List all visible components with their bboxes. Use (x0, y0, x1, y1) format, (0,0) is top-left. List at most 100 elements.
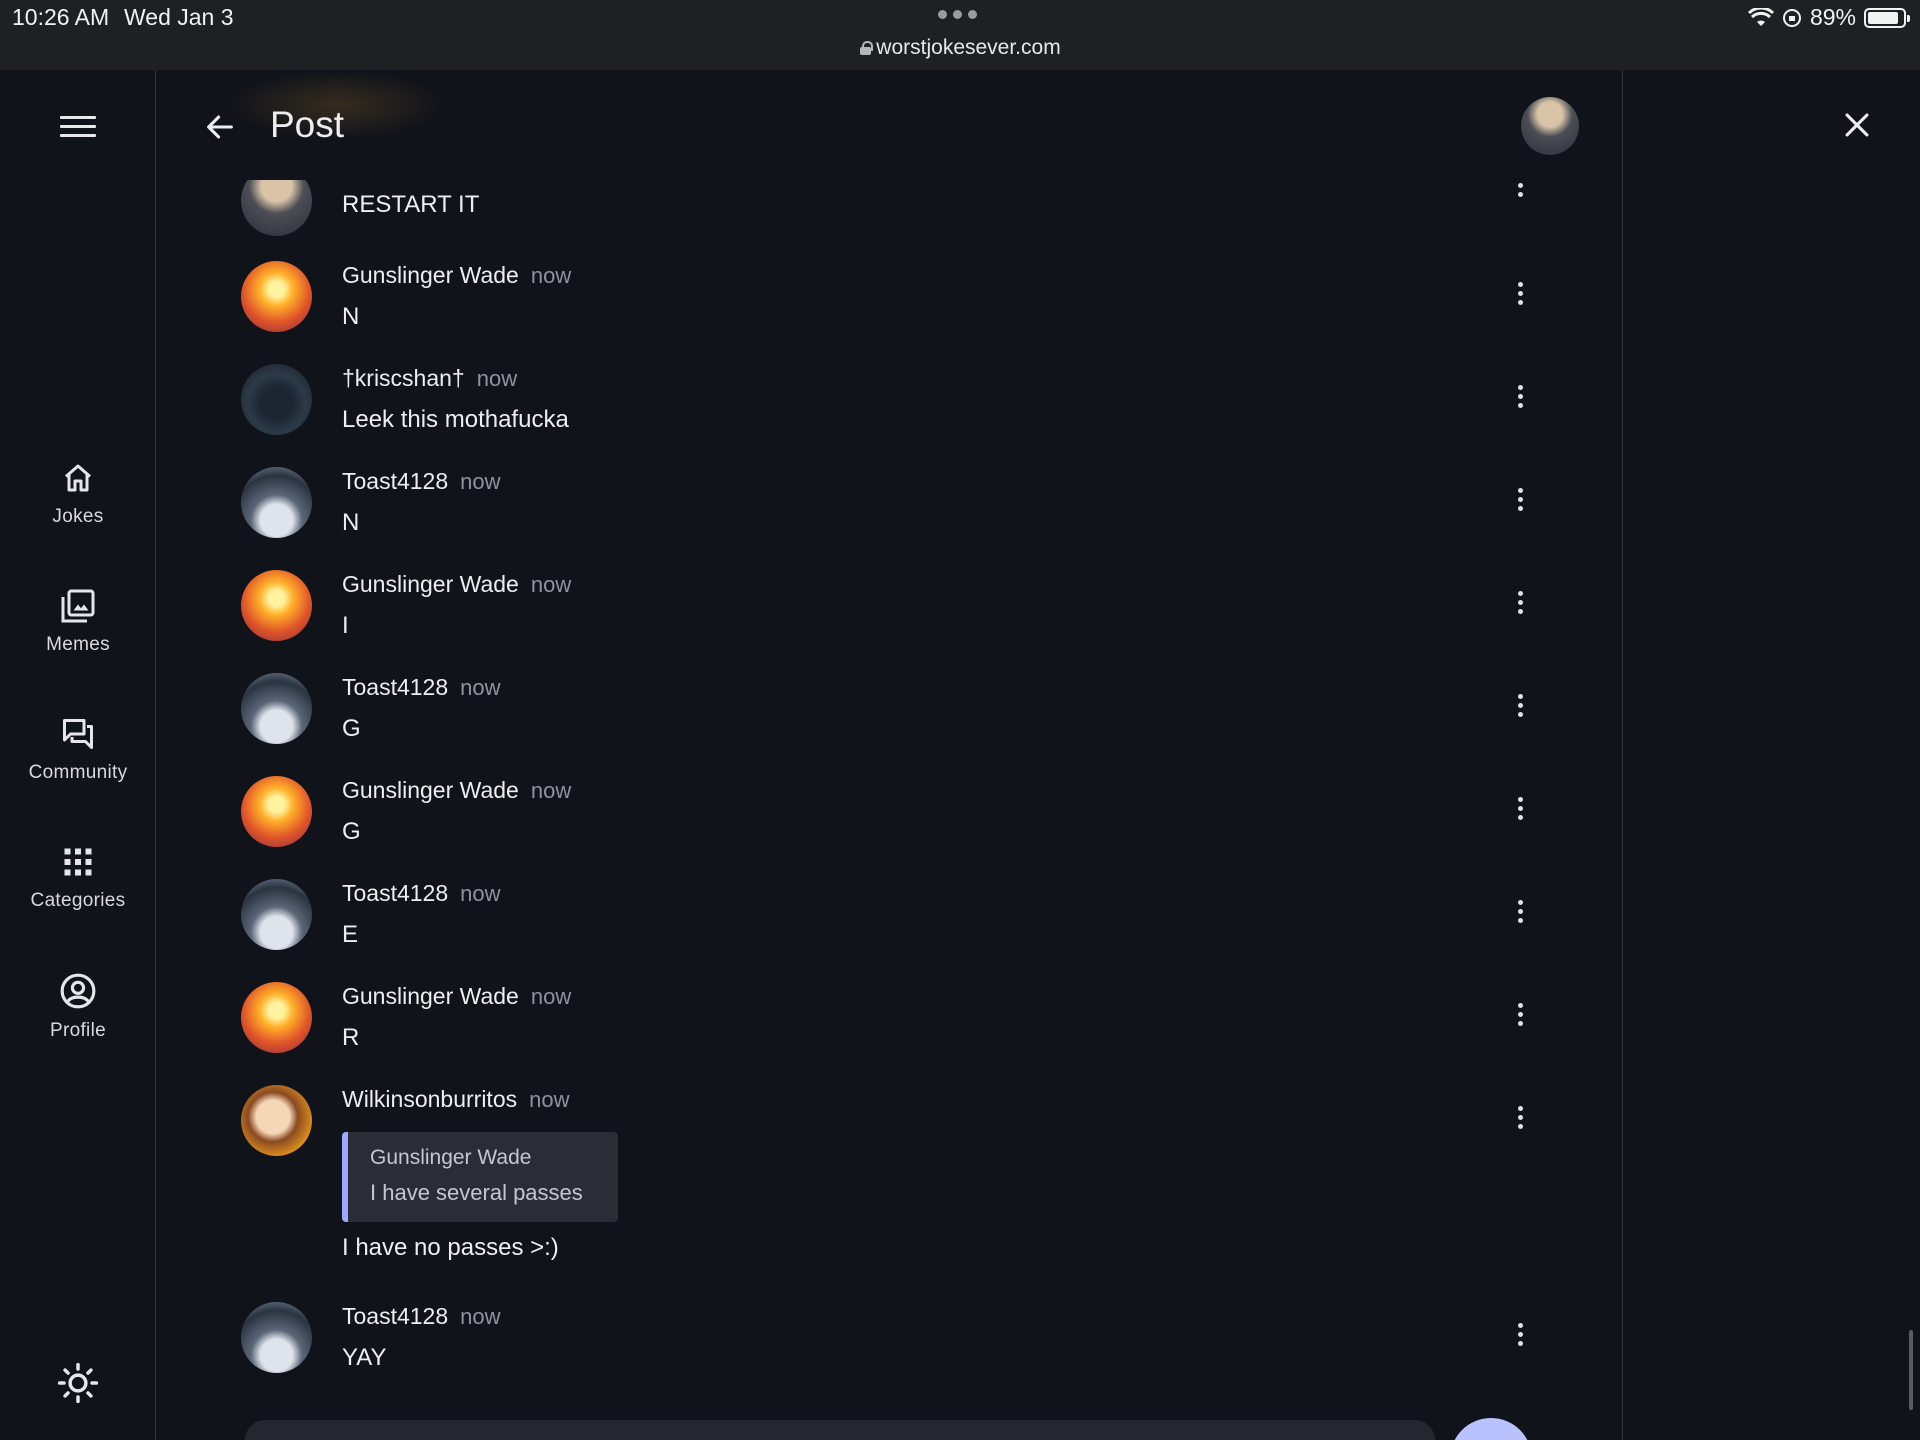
comment-header: Toast4128 now (342, 880, 501, 907)
close-button[interactable] (1840, 108, 1874, 147)
quoted-reply[interactable]: Gunslinger Wade I have several passes (342, 1132, 618, 1222)
comment-header: Gunslinger Wade now (342, 777, 571, 804)
more-options-icon[interactable] (1515, 1323, 1525, 1349)
comment-time: now (530, 572, 572, 597)
back-button[interactable] (203, 110, 237, 149)
avatar[interactable] (241, 570, 312, 641)
nav-item-profile[interactable]: Profile (0, 972, 156, 1042)
user-avatar[interactable] (1521, 97, 1579, 155)
comment-text: G (342, 818, 361, 845)
comment-time: now (476, 366, 518, 391)
comment-input[interactable] (245, 1420, 1435, 1440)
avatar[interactable] (241, 982, 312, 1053)
comment-text: E (342, 921, 359, 948)
image-gallery-icon (61, 589, 95, 623)
more-options-icon[interactable] (1515, 900, 1525, 926)
orientation-lock-icon (1782, 8, 1801, 27)
avatar[interactable] (241, 467, 312, 538)
battery-percent: 89% (1809, 4, 1856, 30)
quoted-author: Gunslinger Wade (370, 1146, 532, 1169)
post-panel: RESTART IT Gunslinger Wade now N †kriscsh… (157, 70, 1622, 1440)
comment-header: Gunslinger Wade now (342, 983, 571, 1010)
comment-text: N (342, 303, 360, 330)
account-circle-icon (60, 973, 96, 1009)
comment-time: now (529, 1087, 570, 1112)
more-options-icon[interactable] (1515, 488, 1525, 514)
comment-text: R (342, 1024, 360, 1051)
status-bar: 10:26 AM Wed Jan 3 worstjokesever.com 89… (0, 0, 1920, 70)
status-time: 10:26 AM (12, 4, 110, 30)
top-app-bar: Post (157, 70, 1622, 180)
more-options-icon[interactable] (1515, 694, 1525, 720)
theme-toggle-button[interactable] (57, 1362, 99, 1409)
avatar[interactable] (241, 879, 312, 950)
scrollbar[interactable] (1909, 1330, 1913, 1410)
comment-header: Wilkinsonburritos now (342, 1086, 569, 1113)
address-bar[interactable]: worstjokesever.com (0, 36, 1920, 60)
more-options-icon[interactable] (1515, 385, 1525, 411)
comment-header: Toast4128 now (342, 468, 501, 495)
nav-label: Memes (46, 634, 110, 655)
grid-icon (64, 848, 92, 876)
arrow-back-icon (207, 115, 233, 139)
comment-header: Gunslinger Wade now (342, 571, 571, 598)
comment-header: Toast4128 now (342, 1303, 501, 1330)
comment-author[interactable]: Gunslinger Wade (342, 983, 519, 1009)
comment-time: now (460, 675, 501, 700)
chat-bubbles-icon (63, 719, 93, 749)
more-options-icon[interactable] (1515, 282, 1525, 308)
comment-text: I have no passes >:) (342, 1234, 559, 1261)
send-button[interactable] (1450, 1418, 1532, 1440)
more-options-icon[interactable] (1515, 797, 1525, 823)
status-date: Wed Jan 3 (124, 4, 234, 30)
comment-header: †kriscshan† now (342, 365, 517, 392)
close-icon (1845, 113, 1869, 137)
avatar[interactable] (241, 364, 312, 435)
comment-time: now (460, 469, 501, 494)
right-panel (1622, 70, 1920, 1440)
comment-author[interactable]: Toast4128 (342, 1303, 448, 1329)
comment-time: now (530, 984, 572, 1009)
home-icon (65, 464, 91, 492)
more-options-icon[interactable] (1515, 591, 1525, 617)
comment-author[interactable]: Gunslinger Wade (342, 262, 519, 288)
avatar[interactable] (241, 1302, 312, 1373)
nav-item-community[interactable]: Community (0, 716, 156, 784)
nav-item-memes[interactable]: Memes (0, 588, 156, 656)
comment-header: Gunslinger Wade now (342, 262, 571, 289)
quoted-text: I have several passes (370, 1180, 583, 1205)
sun-icon (57, 1362, 99, 1404)
nav-label: Jokes (52, 506, 104, 527)
comment-author[interactable]: Gunslinger Wade (342, 571, 519, 597)
comment-author[interactable]: Wilkinsonburritos (342, 1086, 517, 1112)
more-options-icon[interactable] (1515, 1003, 1525, 1029)
comment-text: N (342, 509, 360, 536)
page-title: Post (270, 104, 345, 145)
comment-author[interactable]: Toast4128 (342, 674, 448, 700)
wifi-icon (1747, 7, 1774, 26)
battery-icon (1864, 7, 1910, 28)
menu-icon[interactable] (60, 116, 96, 144)
avatar[interactable] (241, 1085, 312, 1156)
comment-text: YAY (342, 1344, 387, 1371)
avatar[interactable] (241, 673, 312, 744)
comment-header: Toast4128 now (342, 674, 501, 701)
comment-text: RESTART IT (342, 191, 480, 218)
avatar[interactable] (241, 776, 312, 847)
nav-label: Profile (50, 1020, 106, 1041)
comment-author[interactable]: †kriscshan† (342, 365, 465, 391)
comment-author[interactable]: Toast4128 (342, 468, 448, 494)
status-indicators: 89% (1747, 4, 1910, 31)
left-navigation: Jokes Memes Community Categories Profile (0, 70, 156, 1440)
comment-author[interactable]: Gunslinger Wade (342, 777, 519, 803)
comment-time: now (530, 263, 572, 288)
comment-author[interactable]: Toast4128 (342, 880, 448, 906)
nav-label: Categories (30, 890, 126, 911)
url-text: worstjokesever.com (876, 36, 1061, 59)
avatar[interactable] (241, 261, 312, 332)
nav-item-categories[interactable]: Categories (0, 844, 156, 912)
nav-item-jokes[interactable]: Jokes (0, 460, 156, 528)
more-options-icon[interactable] (1515, 1106, 1525, 1132)
multitasking-dots-icon[interactable] (938, 10, 977, 19)
comment-time: now (460, 881, 501, 906)
